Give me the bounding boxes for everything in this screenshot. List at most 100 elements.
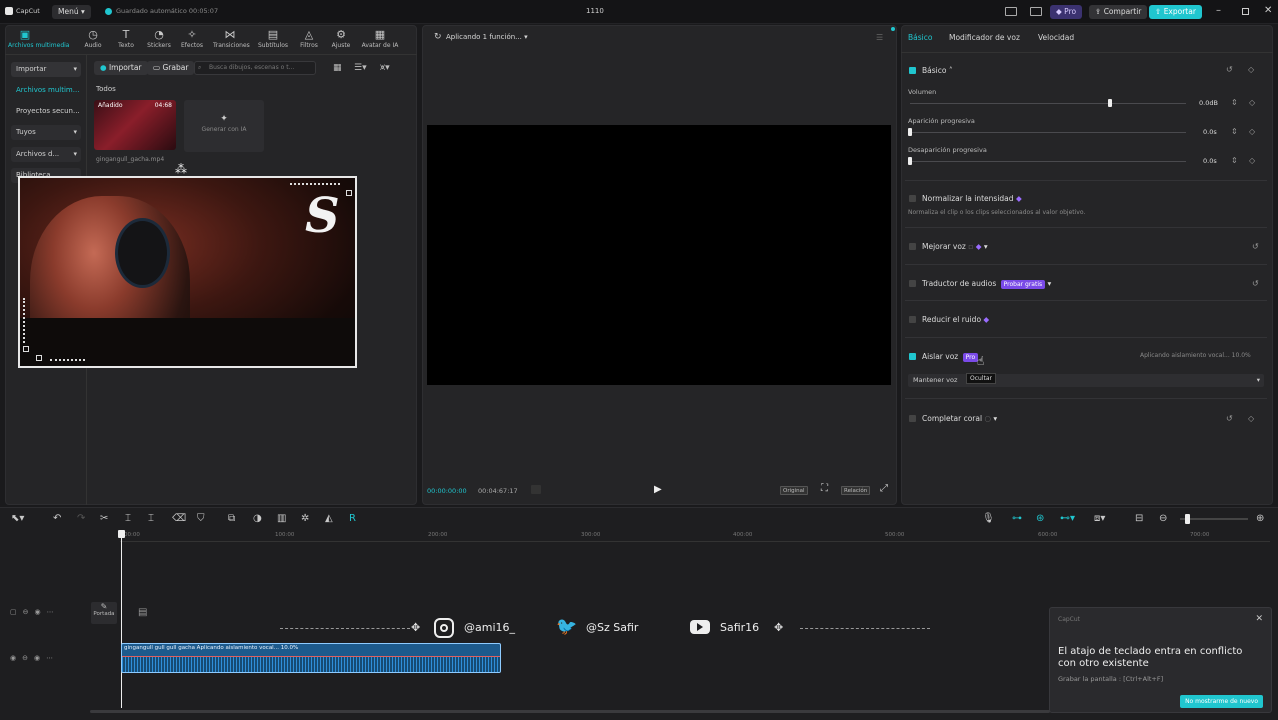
ai-tool-icon[interactable]: R [349,513,356,524]
magic-icon[interactable]: ✲ [301,513,309,524]
redo-icon[interactable]: ↷ [77,513,85,524]
link-clips-icon[interactable]: ⊛ [1036,513,1044,524]
sidebar-item-media[interactable]: Archivos multim... [11,83,81,98]
tool-audio[interactable]: ◷ Audio [76,29,110,50]
cover-button[interactable]: ✎ Portada [91,602,117,624]
fit-screen-icon[interactable]: ⛶ [821,483,828,494]
menu-button[interactable]: Menú ▾ [52,5,91,19]
keep-voice-select[interactable]: Mantener voz ▾ [908,374,1264,387]
tool-effects[interactable]: ✧ Efectos [175,29,209,50]
sidebar-item-files[interactable]: Archivos d... ▾ [11,147,81,162]
shield-icon[interactable]: ⛉ [197,513,205,524]
filter-all[interactable]: Todos [96,85,116,93]
media-clip-thumbnail[interactable]: Añadido 04:68 [94,100,176,150]
timeline-ruler[interactable] [120,541,1270,542]
sidebar-item-projects[interactable]: Proyectos secun... [11,104,81,119]
translator-title[interactable]: Traductor de audios Probar gratis ▾ [922,279,1051,289]
keyframe-icon[interactable]: ◇ [1249,127,1255,136]
import-button[interactable]: ● Importar [94,61,148,75]
zoom-out-icon[interactable]: ⊖ [1159,513,1167,524]
fade-out-slider-track[interactable] [910,161,1186,162]
complete-choir-title[interactable]: Completar coral ○ ▾ [922,414,997,423]
grid-view-icon[interactable]: ▦ [333,63,342,73]
ratio-button[interactable]: Original [780,486,808,495]
player-status[interactable]: Aplicando 1 función... ▾ [446,33,528,41]
split-right-icon[interactable]: ⌶ [148,513,154,524]
tab-basic[interactable]: Básico [908,33,932,42]
tool-subtitles[interactable]: ▤ Subtítulos [256,29,290,50]
timecode-settings-icon[interactable] [531,485,541,494]
quality-button[interactable]: Relación [841,486,871,495]
delete-icon[interactable]: ⌫ [172,513,186,524]
fullscreen-icon[interactable]: ⤢ [880,483,888,494]
video-canvas[interactable] [427,125,891,385]
keyframe-icon[interactable]: ◇ [1249,156,1255,165]
tab-voice-modifier[interactable]: Modificador de voz [949,33,1020,42]
playhead[interactable] [121,530,122,708]
fade-out-slider-thumb[interactable] [908,157,912,165]
basic-checkbox[interactable] [909,67,916,74]
tool-avatar[interactable]: ▦ Avatar de IA [360,29,400,50]
isolate-voice-title[interactable]: Aislar voz Pro [922,352,979,362]
close-icon[interactable]: ✕ [1255,614,1263,624]
search-input[interactable]: ⌕ Busca dibujos, escenas o t... [194,61,316,75]
sidebar-item-import[interactable]: Importar ▾ [11,62,81,77]
play-icon[interactable]: ▶ [654,484,662,495]
zoom-in-icon[interactable]: ⊕ [1256,513,1264,524]
share-button[interactable]: ⇪ Compartir [1089,5,1148,19]
filter-icon[interactable]: ⩙▾ [380,63,390,73]
layout-icon[interactable] [1005,7,1017,16]
volume-value[interactable]: 0.0dB [1199,99,1218,107]
audio-track-controls[interactable]: ◉⊖◉⋯ [10,654,59,662]
mirror-icon[interactable]: ◭ [325,513,333,524]
isolate-voice-checkbox[interactable] [909,353,916,360]
volume-slider-thumb[interactable] [1108,99,1112,107]
normalize-checkbox[interactable] [909,195,916,202]
sort-icon[interactable]: ☰▾ [354,63,367,73]
keyframe-icon[interactable]: ◇ [1248,414,1254,423]
dont-show-again-button[interactable]: No mostrarme de nuevo [1180,695,1263,708]
close-icon[interactable]: ✕ [1264,5,1272,16]
maximize-icon[interactable] [1242,8,1249,15]
keyframe-icon[interactable]: ◇ [1248,65,1254,74]
tab-speed[interactable]: Velocidad [1038,33,1074,42]
reset-icon[interactable]: ↺ [1252,242,1259,251]
tool-transitions[interactable]: ⋈ Transiciones [213,29,250,50]
enhance-voice-title[interactable]: Mejorar voz ▫ ◆ ▾ [922,242,988,251]
preview-axis-icon[interactable]: ⧈▾ [1094,513,1105,524]
pro-button[interactable]: ◆ Pro [1050,5,1083,19]
minimize-icon[interactable]: – [1216,5,1221,16]
tool-media[interactable]: ▣ Archivos multimedia [8,29,70,50]
speed-icon[interactable]: ◑ [253,513,262,524]
record-button[interactable]: ▭ Grabar [147,61,195,75]
reset-icon[interactable]: ↺ [1226,65,1233,74]
export-button[interactable]: ⇧ Exportar [1149,5,1202,19]
crop-icon[interactable]: ⧉ [228,513,235,524]
link-main-icon[interactable]: ⊶ [1012,513,1022,524]
microphone-icon[interactable]: 🎙 [982,513,995,524]
player-menu-icon[interactable]: ☰ [876,33,883,42]
translator-checkbox[interactable] [909,280,916,287]
volume-slider-track[interactable] [910,103,1186,104]
zoom-slider-thumb[interactable] [1185,514,1190,524]
reset-icon[interactable]: ↺ [1252,279,1259,288]
undo-icon[interactable]: ↶ [53,513,61,524]
select-tool-icon[interactable]: ⬉▾ [11,513,24,524]
complete-choir-checkbox[interactable] [909,415,916,422]
tool-text[interactable]: T Texto [109,29,143,50]
timeline-scrollbar[interactable] [90,710,1050,713]
fade-out-stepper-icon[interactable]: ⇕ [1231,156,1238,165]
keyframe-icon[interactable]: ◇ [1249,98,1255,107]
split-left-icon[interactable]: ⌶ [125,513,131,524]
tool-filters[interactable]: ◬ Filtros [292,29,326,50]
tool-stickers[interactable]: ◔ Stickers [142,29,176,50]
split-icon[interactable]: ✂ [100,513,108,524]
monitor-icon[interactable] [1030,7,1042,16]
fade-in-stepper-icon[interactable]: ⇕ [1231,127,1238,136]
tool-adjust[interactable]: ⚙ Ajuste [324,29,358,50]
audio-clip[interactable]: gingangull gull gull gacha Aplicando ais… [121,643,501,673]
playhead-handle[interactable] [118,530,125,538]
reset-icon[interactable]: ↺ [1226,414,1233,423]
basic-section-title[interactable]: Básico ˄ [922,66,953,75]
caption-icon[interactable]: ⊟ [1135,513,1143,524]
